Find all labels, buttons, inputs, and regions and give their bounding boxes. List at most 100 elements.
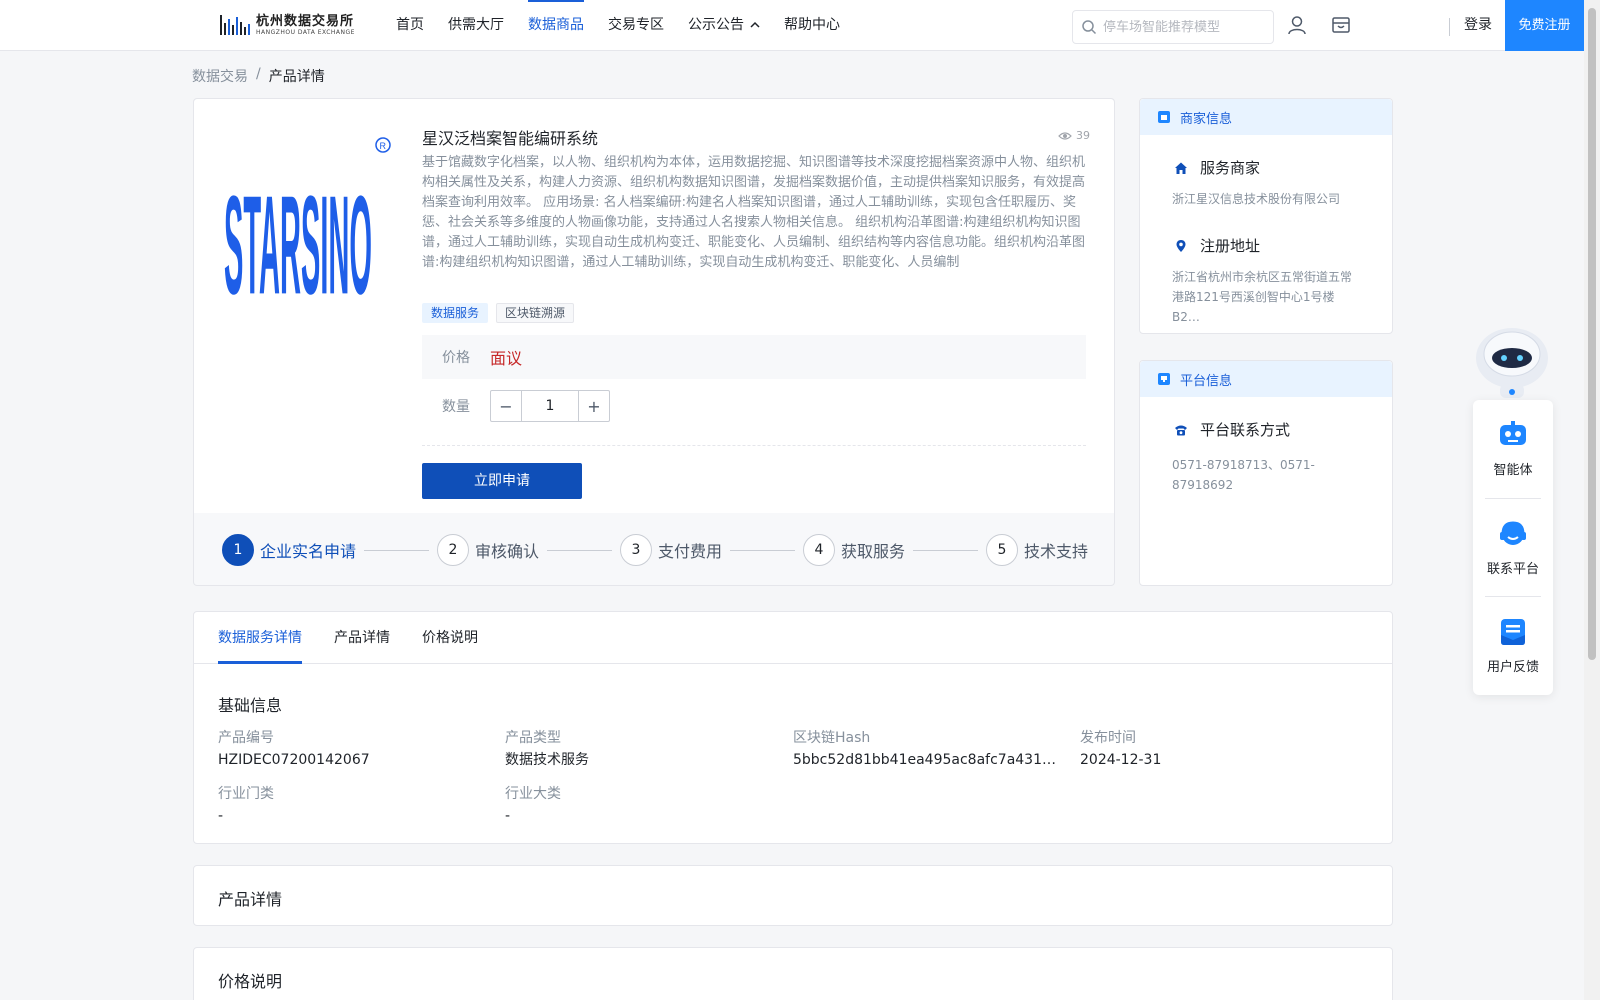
field-label: 区块链Hash bbox=[793, 730, 871, 746]
nav-trading-zone[interactable]: 交易专区 bbox=[596, 0, 676, 50]
field-value: 数据技术服务 bbox=[505, 752, 589, 768]
field-value: - bbox=[505, 808, 511, 824]
view-count-value: 39 bbox=[1076, 129, 1090, 142]
product-card: STARSINO R 星汉泛档案智能编研系统 39 基于馆藏数字化档案，以人物、… bbox=[193, 98, 1115, 586]
price-description-title: 价格说明 bbox=[218, 972, 283, 991]
location-pin-icon bbox=[1176, 239, 1186, 252]
merchant-info-header: 商家信息 bbox=[1140, 99, 1392, 135]
search-box[interactable] bbox=[1072, 10, 1274, 44]
shop-icon[interactable] bbox=[1330, 14, 1352, 36]
login-link[interactable]: 登录 bbox=[1464, 0, 1492, 51]
field-label: 产品类型 bbox=[505, 730, 561, 746]
field-label: 发布时间 bbox=[1080, 730, 1136, 746]
step-number: 1 bbox=[222, 534, 254, 566]
svg-text:R: R bbox=[380, 141, 387, 151]
nav-help-center[interactable]: 帮助中心 bbox=[772, 0, 852, 50]
field-industry-category: 行业门类 - bbox=[218, 784, 488, 826]
step-1: 1 企业实名申请 bbox=[222, 534, 356, 566]
chevron-up-icon bbox=[750, 21, 760, 28]
field-value: 5bbc52d81bb41ea495ac8afc7a431ca402… bbox=[793, 752, 1063, 768]
user-feedback-button[interactable]: 用户反馈 bbox=[1473, 597, 1553, 694]
search-icon bbox=[1082, 20, 1097, 35]
eye-icon bbox=[1058, 131, 1072, 140]
platform-info-title: 平台信息 bbox=[1180, 373, 1233, 389]
field-label: 行业门类 bbox=[218, 786, 274, 802]
tab-product-details[interactable]: 产品详情 bbox=[334, 612, 390, 664]
headset-icon bbox=[1500, 521, 1526, 545]
contact-platform-button[interactable]: 联系平台 bbox=[1473, 499, 1553, 596]
registered-address-title: 注册地址 bbox=[1174, 235, 1260, 256]
step-connector bbox=[547, 549, 612, 551]
step-number: 5 bbox=[986, 534, 1018, 566]
step-connector bbox=[730, 549, 795, 551]
merchant-info-title: 商家信息 bbox=[1180, 111, 1233, 127]
breadcrumb-separator: / bbox=[256, 66, 261, 82]
nav-supply-demand[interactable]: 供需大厅 bbox=[436, 0, 516, 50]
step-connector bbox=[913, 549, 978, 551]
price-label: 价格 bbox=[442, 350, 470, 366]
phone-icon bbox=[1175, 425, 1187, 435]
user-icon[interactable] bbox=[1286, 14, 1308, 36]
quantity-value[interactable]: 1 bbox=[521, 391, 579, 421]
logo-title: 杭州数据交易所 bbox=[256, 13, 355, 29]
merchant-info-card: 商家信息 服务商家 浙江星汉信息技术股份有限公司 注册地址 浙江省杭州市余杭区五… bbox=[1139, 98, 1393, 334]
tab-price-description[interactable]: 价格说明 bbox=[422, 612, 478, 664]
field-publish-time: 发布时间 2024-12-31 bbox=[1080, 728, 1350, 770]
service-merchant-title: 服务商家 bbox=[1174, 157, 1260, 178]
robot-mascot-icon[interactable] bbox=[1470, 324, 1554, 400]
field-product-code: 产品编号 HZIDEC07200142067 bbox=[218, 728, 488, 770]
details-tabs-card: 数据服务详情 产品详情 价格说明 基础信息 产品编号 HZIDEC0720014… bbox=[193, 611, 1393, 844]
logo-bars-icon bbox=[220, 15, 250, 35]
field-label: 产品编号 bbox=[218, 730, 274, 746]
tab-data-service-details[interactable]: 数据服务详情 bbox=[218, 612, 302, 664]
step-label: 审核确认 bbox=[475, 542, 540, 561]
tag-blockchain: 区块链溯源 bbox=[496, 303, 575, 323]
plus-icon[interactable]: + bbox=[579, 391, 609, 421]
step-connector bbox=[364, 549, 429, 551]
nav-data-products[interactable]: 数据商品 bbox=[516, 0, 596, 50]
breadcrumb-current: 产品详情 bbox=[268, 69, 325, 85]
field-product-type: 产品类型 数据技术服务 bbox=[505, 728, 775, 770]
platform-info-card: 平台信息 平台联系方式 0571-87918713、0571-87918692 bbox=[1139, 360, 1393, 586]
home-icon bbox=[1175, 162, 1187, 174]
step-label: 技术支持 bbox=[1024, 542, 1089, 561]
quantity-label: 数量 bbox=[442, 399, 470, 415]
platform-info-icon bbox=[1158, 373, 1170, 385]
minus-icon[interactable]: − bbox=[491, 391, 521, 421]
nav-announcements[interactable]: 公示公告 bbox=[676, 0, 772, 50]
login-divider bbox=[1449, 18, 1450, 36]
page-scrollbar[interactable] bbox=[1584, 0, 1600, 1000]
platform-info-header: 平台信息 bbox=[1140, 361, 1392, 397]
quantity-row: 数量 − 1 + bbox=[422, 389, 1086, 423]
price-value: 面议 bbox=[490, 349, 523, 368]
platform-contact-label: 平台联系方式 bbox=[1200, 421, 1291, 439]
field-label: 行业大类 bbox=[505, 786, 561, 802]
merchant-info-icon bbox=[1158, 111, 1170, 123]
platform-contact-title: 平台联系方式 bbox=[1174, 419, 1290, 440]
search-input[interactable] bbox=[1103, 19, 1263, 35]
price-row: 价格 面议 bbox=[422, 335, 1086, 379]
scrollbar-thumb[interactable] bbox=[1588, 8, 1596, 660]
user-feedback-label: 用户反馈 bbox=[1486, 660, 1539, 675]
product-title: 星汉泛档案智能编研系统 bbox=[422, 129, 599, 148]
nav-home[interactable]: 首页 bbox=[384, 0, 436, 50]
feedback-icon bbox=[1501, 619, 1525, 645]
product-tags: 数据服务 区块链溯源 bbox=[422, 303, 575, 323]
dashed-divider bbox=[422, 445, 1086, 446]
platform-contact-value: 0571-87918713、0571-87918692 bbox=[1172, 458, 1315, 492]
service-merchant-label: 服务商家 bbox=[1200, 159, 1261, 177]
field-value: HZIDEC07200142067 bbox=[218, 752, 370, 768]
site-logo[interactable]: 杭州数据交易所 HANGZHOU DATA EXCHANGE bbox=[220, 10, 360, 40]
agent-button[interactable]: 智能体 bbox=[1473, 400, 1553, 497]
robot-icon bbox=[1500, 421, 1526, 445]
product-logo-image: STARSINO R bbox=[224, 137, 391, 305]
tab-bar: 数据服务详情 产品详情 价格说明 bbox=[194, 612, 1392, 664]
basic-info-title: 基础信息 bbox=[218, 696, 283, 715]
price-description-section: 价格说明 bbox=[193, 947, 1393, 1000]
product-description: 基于馆藏数字化档案，以人物、组织机构为本体，运用数据挖掘、知识图谱等技术深度挖掘… bbox=[422, 155, 1086, 270]
field-blockchain-hash: 区块链Hash 5bbc52d81bb41ea495ac8afc7a431ca4… bbox=[793, 728, 1063, 770]
quantity-stepper: − 1 + bbox=[490, 390, 610, 422]
register-button[interactable]: 免费注册 bbox=[1505, 0, 1584, 51]
breadcrumb-parent[interactable]: 数据交易 bbox=[192, 66, 248, 86]
apply-now-button[interactable]: 立即申请 bbox=[422, 463, 582, 499]
